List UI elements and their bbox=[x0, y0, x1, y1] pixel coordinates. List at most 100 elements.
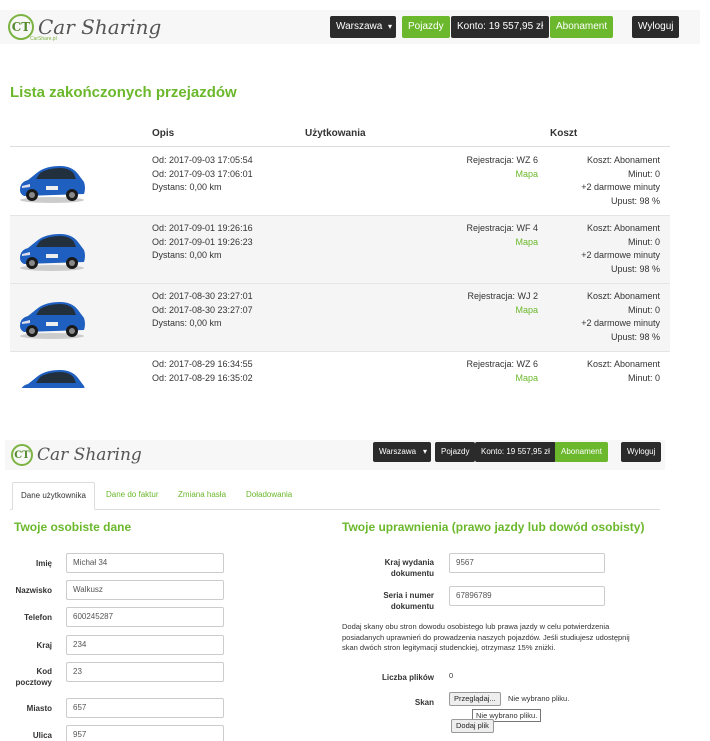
map-link[interactable]: Mapa bbox=[467, 304, 538, 318]
street-label: Ulica bbox=[32, 731, 52, 740]
ride-desc: Od: 2017-08-29 16:34:55 Od: 2017-08-29 1… bbox=[152, 358, 253, 385]
cost-free-minutes: +2 darmowe minuty bbox=[581, 250, 660, 260]
cost-type: Koszt: Abonament bbox=[586, 359, 660, 369]
last-name-field[interactable]: Walkusz bbox=[66, 580, 224, 600]
map-link[interactable]: Mapa bbox=[466, 168, 538, 182]
subscription-button[interactable]: Abonament bbox=[550, 16, 614, 38]
ride-usage: Rejestracja: WJ 2 Mapa bbox=[467, 290, 538, 317]
ride-row[interactable]: Od: 2017-09-03 17:05:54 Od: 2017-09-03 1… bbox=[10, 148, 670, 216]
ride-desc: Od: 2017-08-30 23:27:01 Od: 2017-08-30 2… bbox=[152, 290, 253, 331]
cost-discount: Upust: 98 % bbox=[610, 331, 660, 342]
city-select[interactable]: Warszawa bbox=[330, 16, 389, 38]
file-count-label: Liczba plików bbox=[381, 673, 434, 682]
city-label: Miasto bbox=[26, 704, 52, 713]
cost-type: Koszt: Abonament bbox=[586, 291, 660, 301]
car-image bbox=[20, 234, 85, 271]
document-number-label: Seria i numer dokumentu bbox=[383, 591, 434, 611]
cost-free-minutes: +2 darmowe minuty bbox=[581, 182, 660, 192]
ride-start: Od: 2017-08-29 16:34:55 bbox=[152, 359, 253, 369]
ride-registration: Rejestracja: WF 4 bbox=[466, 223, 538, 233]
issuing-country-field[interactable]: 9567 bbox=[449, 553, 605, 573]
ride-usage: Rejestracja: WF 4 Mapa bbox=[466, 222, 538, 249]
account-button[interactable]: Konto: 19 557,95 zł bbox=[451, 16, 550, 38]
account-button[interactable]: Konto: 19 557,95 zł bbox=[475, 442, 556, 462]
issuing-country-label: Kraj wydania dokumentu bbox=[384, 558, 434, 578]
ride-cost: Koszt: Abonament Minut: 0 bbox=[587, 358, 660, 385]
ride-distance: Dystans: 0,00 km bbox=[152, 250, 222, 260]
logo-text: Car Sharing bbox=[37, 445, 142, 465]
car-image bbox=[20, 166, 85, 203]
logout-button[interactable]: Wyloguj bbox=[621, 442, 662, 462]
subscription-button[interactable]: Abonament bbox=[555, 442, 608, 462]
ride-start: Od: 2017-09-01 19:26:16 bbox=[152, 223, 253, 233]
country-field[interactable]: 234 bbox=[66, 635, 224, 655]
cost-minutes: Minut: 0 bbox=[627, 304, 660, 315]
cost-minutes: Minut: 0 bbox=[627, 168, 660, 179]
city-select[interactable]: Warszawa bbox=[373, 442, 423, 462]
ride-cost: Koszt: Abonament Minut: 0 +2 darmowe min… bbox=[581, 290, 660, 344]
ride-distance: Dystans: 0,00 km bbox=[152, 182, 222, 192]
ride-start: Od: 2017-08-30 23:27:01 bbox=[152, 291, 253, 301]
ride-row[interactable]: Od: 2017-08-29 16:34:55 Od: 2017-08-29 1… bbox=[10, 352, 670, 388]
file-count: 0 bbox=[449, 671, 454, 680]
postal-code-field[interactable]: 23 bbox=[66, 662, 224, 682]
map-link[interactable]: Mapa bbox=[466, 236, 538, 250]
profile-navbar: CT Car Sharing Warszawa ▾ Pojazdy Konto:… bbox=[5, 440, 665, 470]
top-navbar: CT Car Sharing CarShare.pl Warszawa ▾ Po… bbox=[0, 10, 700, 44]
country-label: Kraj bbox=[36, 641, 52, 650]
cost-discount: Upust: 98 % bbox=[610, 263, 660, 274]
logo-icon: CT bbox=[11, 444, 33, 466]
ride-end: Od: 2017-09-03 17:06:01 bbox=[152, 168, 253, 179]
document-number-field[interactable]: 67896789 bbox=[449, 586, 605, 606]
tab-change-password[interactable]: Zmiana hasła bbox=[170, 482, 234, 510]
vehicles-button[interactable]: Pojazdy bbox=[435, 442, 476, 462]
add-file-button[interactable]: Dodaj plik bbox=[451, 719, 494, 733]
tab-top-ups[interactable]: Doładowania bbox=[238, 482, 300, 510]
ride-usage: Rejestracja: WZ 6 Mapa bbox=[466, 154, 538, 181]
last-name-label: Nazwisko bbox=[15, 586, 52, 595]
ride-registration: Rejestracja: WJ 2 bbox=[467, 291, 538, 301]
column-desc: Opis bbox=[152, 128, 175, 139]
ride-end: Od: 2017-08-29 16:35:02 bbox=[152, 372, 253, 383]
ride-cost: Koszt: Abonament Minut: 0 +2 darmowe min… bbox=[581, 154, 660, 208]
ride-registration: Rejestracja: WZ 6 bbox=[466, 155, 538, 165]
page-title: Lista zakończonych przejazdów bbox=[10, 84, 237, 101]
ride-row[interactable]: Od: 2017-09-01 19:26:16 Od: 2017-09-01 1… bbox=[10, 216, 670, 284]
personal-data-title: Twoje osobiste dane bbox=[14, 520, 132, 534]
cost-discount: Upust: 98 % bbox=[610, 195, 660, 206]
logo[interactable]: CT Car Sharing bbox=[11, 444, 142, 466]
ride-row[interactable]: Od: 2017-08-30 23:27:01 Od: 2017-08-30 2… bbox=[10, 284, 670, 352]
map-link[interactable]: Mapa bbox=[466, 372, 538, 386]
ride-start: Od: 2017-09-03 17:05:54 bbox=[152, 155, 253, 165]
city-field[interactable]: 657 bbox=[66, 698, 224, 718]
tab-user-data[interactable]: Dane użytkownika bbox=[12, 482, 95, 510]
cost-minutes: Minut: 0 bbox=[627, 372, 660, 383]
no-file-text: Nie wybrano pliku. bbox=[508, 694, 570, 703]
logout-button[interactable]: Wyloguj bbox=[632, 16, 680, 38]
ride-distance: Dystans: 0,00 km bbox=[152, 318, 222, 328]
chevron-down-icon[interactable]: ▾ bbox=[384, 16, 396, 38]
column-usage: Użytkowania bbox=[305, 128, 366, 139]
browse-button[interactable]: Przeglądaj... bbox=[449, 692, 501, 706]
upload-info: Dodaj skany obu stron dowodu osobistego … bbox=[342, 622, 630, 652]
license-title: Twoje uprawnienia (prawo jazdy lub dowód… bbox=[342, 520, 645, 534]
ride-usage: Rejestracja: WZ 6 Mapa bbox=[466, 358, 538, 385]
car-image bbox=[20, 302, 85, 339]
ride-end: Od: 2017-08-30 23:27:07 bbox=[152, 304, 253, 315]
first-name-label: Imię bbox=[35, 559, 52, 568]
ride-desc: Od: 2017-09-01 19:26:16 Od: 2017-09-01 1… bbox=[152, 222, 253, 263]
cost-type: Koszt: Abonament bbox=[586, 223, 660, 233]
vehicles-button[interactable]: Pojazdy bbox=[402, 16, 450, 38]
street-field[interactable]: 957 bbox=[66, 725, 224, 741]
tab-invoice-data[interactable]: Dane do faktur bbox=[98, 482, 166, 510]
phone-field[interactable]: 600245287 bbox=[66, 607, 224, 627]
table-divider bbox=[10, 146, 670, 147]
phone-label: Telefon bbox=[24, 613, 52, 622]
chevron-down-icon[interactable]: ▾ bbox=[419, 442, 431, 462]
column-cost: Koszt bbox=[550, 128, 578, 139]
cost-type: Koszt: Abonament bbox=[586, 155, 660, 165]
cost-minutes: Minut: 0 bbox=[627, 236, 660, 247]
ride-desc: Od: 2017-09-03 17:05:54 Od: 2017-09-03 1… bbox=[152, 154, 253, 195]
first-name-field[interactable]: Michał 34 bbox=[66, 553, 224, 573]
ride-registration: Rejestracja: WZ 6 bbox=[466, 359, 538, 369]
